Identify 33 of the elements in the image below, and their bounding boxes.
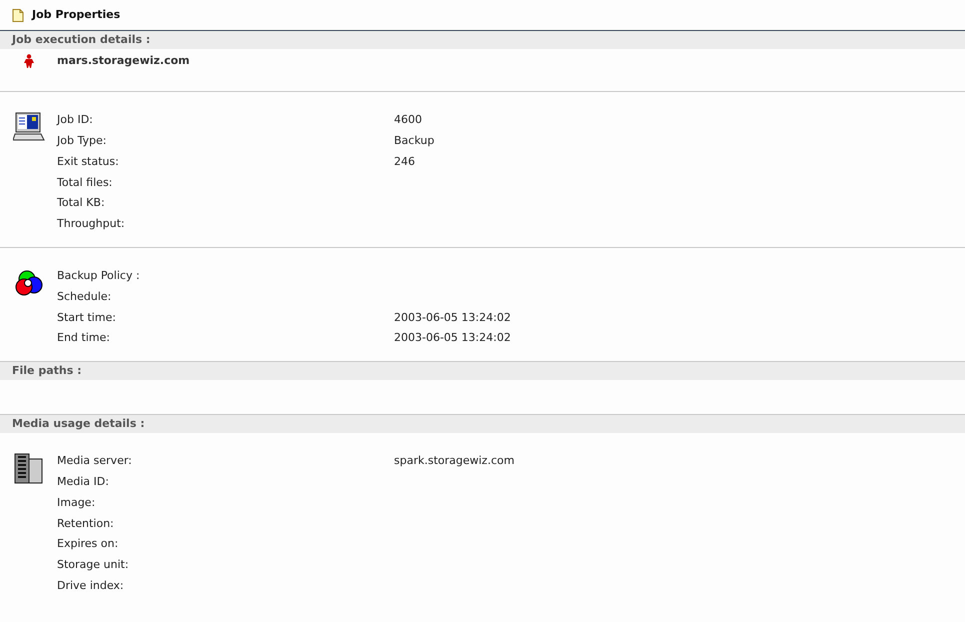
page-title: Job Properties xyxy=(32,6,120,23)
field-label: Exit status: xyxy=(57,154,120,170)
field-label: End time: xyxy=(57,330,111,346)
section-header: Job execution details : xyxy=(0,31,965,49)
field-label: Retention: xyxy=(57,516,115,532)
computer-icon xyxy=(12,112,44,142)
person-icon xyxy=(24,54,34,68)
field-label: Image: xyxy=(57,494,96,511)
field-label: Start time: xyxy=(57,310,117,326)
field-label: Backup Policy : xyxy=(57,268,141,284)
field-label: Job Type: xyxy=(57,132,108,149)
field-label: Media ID: xyxy=(57,474,110,490)
field-label: Storage unit: xyxy=(57,557,130,574)
field-value: Backup xyxy=(394,132,434,149)
document-icon xyxy=(12,8,24,22)
field-label: Drive index: xyxy=(57,578,125,594)
circles-icon xyxy=(12,268,44,298)
field-label: Throughput: xyxy=(57,216,126,232)
field-label: Total KB: xyxy=(57,195,106,212)
server-icon xyxy=(12,452,44,485)
field-label: Media server: xyxy=(57,453,133,470)
field-value: 2003-06-05 13:24:02 xyxy=(394,330,511,346)
field-value: 4600 xyxy=(394,112,422,128)
host-name: mars.storagewiz.com xyxy=(57,52,190,69)
field-label: Schedule: xyxy=(57,288,112,305)
field-value: 2003-06-05 13:24:02 xyxy=(394,310,511,326)
field-label: Expires on: xyxy=(57,536,120,552)
field-label: Total files: xyxy=(57,174,114,191)
field-label: Job ID: xyxy=(57,112,94,128)
field-value: spark.storagewiz.com xyxy=(394,453,514,470)
field-value: 246 xyxy=(394,154,415,170)
section-header: File paths : xyxy=(0,362,965,380)
section-header: Media usage details : xyxy=(0,414,965,433)
